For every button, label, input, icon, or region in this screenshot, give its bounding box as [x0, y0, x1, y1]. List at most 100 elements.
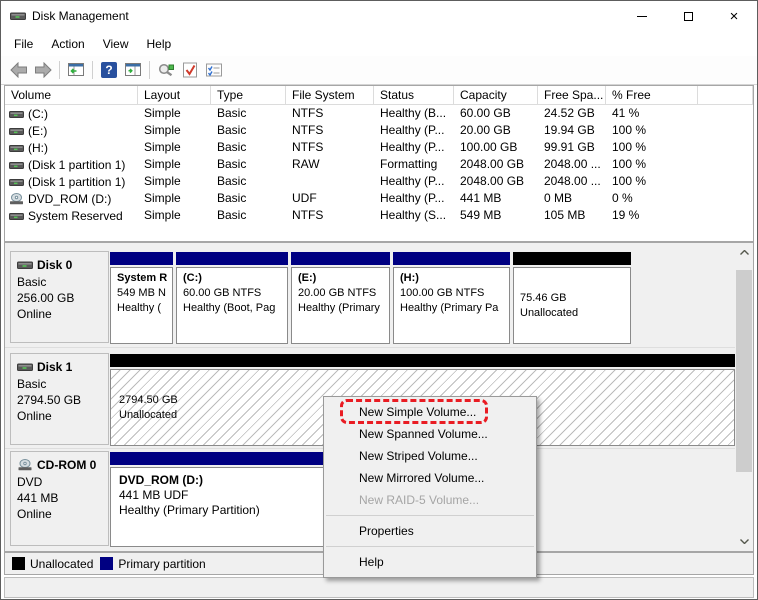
toolbar-separator [92, 61, 93, 79]
cell-layout: Simple [138, 156, 211, 173]
column-header-pct-free[interactable]: % Free [606, 86, 698, 104]
column-header-free-space[interactable]: Free Spa... [538, 86, 606, 104]
menu-item-properties[interactable]: Properties [324, 520, 536, 542]
task-list-button[interactable] [202, 58, 226, 82]
window-title: Disk Management [32, 9, 129, 23]
vertical-scrollbar[interactable] [736, 244, 752, 550]
disk-size: 256.00 GB [17, 290, 104, 306]
cell-free: 105 MB [538, 207, 606, 224]
table-row[interactable]: System Reserved Simple Basic NTFS Health… [5, 207, 753, 224]
close-button[interactable]: × [711, 1, 757, 31]
cell-free: 0 MB [538, 190, 606, 207]
volume-name: (C:) [28, 107, 48, 122]
disk0-label-panel[interactable]: Disk 0 Basic 256.00 GB Online [10, 251, 109, 343]
cell-capacity: 60.00 GB [454, 105, 538, 122]
forward-button[interactable] [31, 58, 55, 82]
check-disk-button[interactable] [178, 58, 202, 82]
table-row[interactable]: (Disk 1 partition 1) Simple Basic Health… [5, 173, 753, 190]
volume-name: DVD_ROM (D:) [28, 192, 111, 207]
cell-free: 2048.00 ... [538, 173, 606, 190]
scroll-up-button[interactable] [736, 244, 752, 261]
cell-pct-free: 100 % [606, 156, 698, 173]
table-row[interactable]: (E:) Simple Basic NTFS Healthy (P... 20.… [5, 122, 753, 139]
menu-view[interactable]: View [94, 33, 138, 55]
cell-fs: NTFS [286, 139, 374, 156]
cell-layout: Simple [138, 190, 211, 207]
drive-icon [9, 160, 24, 171]
cdrom-label-panel[interactable]: CD-ROM 0 DVD 441 MB Online [10, 451, 109, 546]
volume-name: System Reserved [28, 209, 123, 224]
cell-status: Healthy (B... [374, 105, 454, 122]
disk0-strip: System R549 MB NHealthy ( (C:)60.00 GB N… [110, 252, 639, 344]
help-button[interactable]: ? [97, 58, 121, 82]
rescan-disks-button[interactable] [154, 58, 178, 82]
show-console-tree-button[interactable] [64, 58, 88, 82]
unallocated-bar [513, 252, 631, 265]
menu-item-new-striped-volume[interactable]: New Striped Volume... [324, 445, 536, 467]
legend-unallocated: Unallocated [12, 557, 93, 571]
cell-type: Basic [211, 173, 286, 190]
disk-size: 441 MB [17, 490, 104, 506]
menu-action[interactable]: Action [42, 33, 93, 55]
cell-type: Basic [211, 190, 286, 207]
cell-free: 19.94 GB [538, 122, 606, 139]
disk1-label-panel[interactable]: Disk 1 Basic 2794.50 GB Online [10, 353, 109, 445]
menu-item-help[interactable]: Help [324, 551, 536, 573]
partition-c[interactable]: (C:)60.00 GB NTFSHealthy (Boot, Pag [176, 252, 288, 344]
show-action-pane-button[interactable] [121, 58, 145, 82]
table-row[interactable]: (Disk 1 partition 1) Simple Basic RAW Fo… [5, 156, 753, 173]
menu-item-new-spanned-volume[interactable]: New Spanned Volume... [324, 423, 536, 445]
status-bar [4, 577, 754, 598]
column-header-status[interactable]: Status [374, 86, 454, 104]
cell-fs: UDF [286, 190, 374, 207]
column-header-file-system[interactable]: File System [286, 86, 374, 104]
table-row[interactable]: (H:) Simple Basic NTFS Healthy (P... 100… [5, 139, 753, 156]
menu-help[interactable]: Help [138, 33, 181, 55]
help-icon: ? [101, 62, 117, 78]
cell-pct-free: 100 % [606, 122, 698, 139]
cell-status: Healthy (P... [374, 139, 454, 156]
partition-system-reserved[interactable]: System R549 MB NHealthy ( [110, 252, 173, 344]
column-header-type[interactable]: Type [211, 86, 286, 104]
unallocated-label: Unallocated [520, 306, 630, 321]
partition-status: Healthy (Boot, Pag [183, 301, 287, 316]
cell-status: Healthy (P... [374, 190, 454, 207]
disk-name: Disk 1 [37, 360, 72, 374]
scrollbar-thumb[interactable] [736, 270, 752, 472]
column-header-layout[interactable]: Layout [138, 86, 211, 104]
partition-h[interactable]: (H:)100.00 GB NTFSHealthy (Primary Pa [393, 252, 510, 344]
minimize-button[interactable] [619, 1, 665, 31]
table-row[interactable]: (C:) Simple Basic NTFS Healthy (B... 60.… [5, 105, 753, 122]
column-header-volume[interactable]: Volume [5, 86, 138, 104]
disk-status: Online [17, 506, 104, 522]
cell-layout: Simple [138, 122, 211, 139]
menu-item-new-raid5-volume: New RAID-5 Volume... [324, 489, 536, 511]
partition-e[interactable]: (E:)20.00 GB NTFSHealthy (Primary [291, 252, 390, 344]
column-header-capacity[interactable]: Capacity [454, 86, 538, 104]
toolbar-separator [59, 61, 60, 79]
cell-layout: Simple [138, 207, 211, 224]
partition-title: (C:) [183, 271, 287, 286]
partition-size: 549 MB N [117, 286, 172, 301]
cell-type: Basic [211, 156, 286, 173]
cell-type: Basic [211, 207, 286, 224]
cell-type: Basic [211, 139, 286, 156]
app-drive-icon [10, 10, 26, 22]
menu-item-new-simple-volume[interactable]: New Simple Volume... [324, 401, 536, 423]
cell-capacity: 2048.00 GB [454, 156, 538, 173]
cell-type: Basic [211, 122, 286, 139]
maximize-button[interactable] [665, 1, 711, 31]
cell-fs: NTFS [286, 122, 374, 139]
menu-file[interactable]: File [5, 33, 42, 55]
menu-separator [326, 546, 534, 547]
cell-fs [286, 173, 374, 190]
scroll-down-button[interactable] [736, 533, 752, 550]
back-button[interactable] [7, 58, 31, 82]
disk0-unallocated-region[interactable]: 75.46 GBUnallocated [513, 252, 631, 344]
menu-item-new-mirrored-volume[interactable]: New Mirrored Volume... [324, 467, 536, 489]
cell-pct-free: 100 % [606, 173, 698, 190]
table-row[interactable]: DVD_ROM (D:) Simple Basic UDF Healthy (P… [5, 190, 753, 207]
partition-status: Healthy (Primary Pa [400, 301, 509, 316]
cell-pct-free: 41 % [606, 105, 698, 122]
cd-icon [9, 193, 24, 205]
